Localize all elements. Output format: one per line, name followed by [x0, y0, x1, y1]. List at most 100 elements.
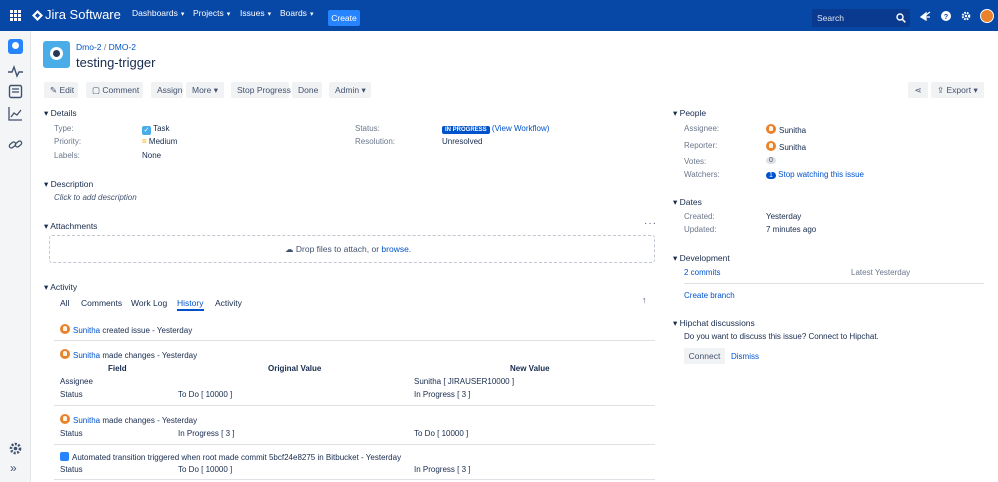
tab-work-log[interactable]: Work Log [131, 298, 167, 308]
reporter-value[interactable]: Sunitha [766, 141, 806, 152]
table-cell: To Do [ 10000 ] [178, 465, 233, 474]
priority-medium-icon: = [142, 137, 147, 146]
assignee-value[interactable]: Sunitha [766, 124, 806, 135]
details-section-toggle[interactable]: ▾ Details [44, 108, 77, 119]
description-placeholder[interactable]: Click to add description [54, 193, 137, 202]
updated-value: 7 minutes ago [766, 225, 817, 234]
help-icon[interactable]: ? [941, 11, 951, 21]
dismiss-link[interactable]: Dismiss [731, 352, 759, 361]
product-logo-text[interactable]: Jira Software [45, 7, 121, 22]
reports-chart-icon[interactable] [8, 106, 23, 121]
issue-title[interactable]: testing-trigger [76, 55, 155, 70]
tab-history[interactable]: History [177, 298, 203, 308]
description-section-toggle[interactable]: ▾ Description [44, 179, 93, 190]
nav-boards[interactable]: Boards ▾ [280, 8, 313, 18]
create-button[interactable]: Create [328, 10, 360, 26]
dropzone-text: ☁ Drop files to attach, or browse. [285, 244, 411, 255]
task-checkbox-icon: ✓ [142, 126, 151, 135]
browse-link[interactable]: browse. [381, 244, 411, 254]
history-entry: Sunitha made changes - Yesterday [60, 349, 197, 360]
latest-commit-date: Latest Yesterday [851, 268, 911, 277]
more-label: More [192, 85, 212, 95]
admin-button[interactable]: Admin ▾ [329, 82, 371, 98]
votes-count[interactable]: 0 [766, 157, 776, 164]
history-user-link[interactable]: Sunitha [73, 326, 100, 335]
updated-label: Updated: [684, 225, 717, 234]
comment-button[interactable]: ▢ Comment [86, 82, 143, 98]
dates-section-toggle[interactable]: ▾ Dates [673, 197, 702, 208]
breadcrumb-issue-key[interactable]: DMO-2 [109, 42, 136, 52]
edit-button[interactable]: ✎ Edit [44, 82, 78, 98]
table-cell: Assignee [60, 377, 93, 386]
project-avatar-icon[interactable] [8, 39, 23, 54]
type-value[interactable]: ✓ Task [142, 124, 170, 135]
stop-watching-link[interactable]: Stop watching this issue [778, 170, 864, 179]
nav-dashboards[interactable]: Dashboards ▾ [132, 8, 184, 18]
development-section-toggle[interactable]: ▾ Development [673, 253, 730, 264]
watchers-count[interactable]: 1 [766, 172, 776, 179]
history-user-link[interactable]: Sunitha [73, 416, 100, 425]
more-button[interactable]: More ▾ [186, 82, 224, 98]
status-badge[interactable]: IN PROGRESS [442, 126, 490, 134]
activity-pulse-icon[interactable] [8, 64, 23, 79]
tab-activity[interactable]: Activity [215, 298, 242, 308]
user-avatar-icon [766, 141, 776, 151]
history-entry-text: created issue - Yesterday [102, 326, 193, 335]
expand-sidebar-icon[interactable]: » [10, 461, 17, 475]
attachments-section-toggle[interactable]: ▾ Attachments [44, 221, 97, 232]
export-button[interactable]: ⇪ Export ▾ [931, 82, 984, 98]
nav-projects[interactable]: Projects ▾ [193, 8, 230, 18]
connect-button[interactable]: Connect [684, 348, 725, 364]
priority-value[interactable]: = Medium [142, 137, 177, 146]
search-input[interactable] [817, 12, 895, 24]
watchers-value: 1 Stop watching this issue [766, 170, 864, 179]
settings-icon[interactable] [8, 441, 23, 456]
status-value: IN PROGRESS (View Workflow) [442, 124, 549, 134]
share-button[interactable]: ⋖ [908, 82, 928, 98]
project-avatar[interactable] [43, 41, 70, 68]
history-entry: Sunitha made changes - Yesterday [60, 414, 197, 425]
settings-gear-icon[interactable] [961, 11, 971, 21]
table-cell: Status [60, 390, 83, 399]
jira-logo-icon[interactable] [32, 10, 43, 21]
nav-issues[interactable]: Issues ▾ [240, 8, 271, 18]
chevron-down-icon: ▾ [44, 179, 49, 189]
hipchat-section-toggle[interactable]: ▾ Hipchat discussions [673, 318, 755, 329]
development-heading: Development [679, 253, 730, 263]
search-box[interactable] [812, 9, 910, 27]
activity-section-toggle[interactable]: ▾ Activity [44, 282, 77, 293]
tab-comments[interactable]: Comments [81, 298, 122, 308]
nav-issues-label: Issues [240, 8, 265, 18]
user-avatar[interactable] [980, 9, 994, 23]
history-entry: Sunitha created issue - Yesterday [60, 324, 192, 335]
labels-value[interactable]: None [142, 151, 161, 160]
history-entry-text: made changes - Yesterday [102, 416, 198, 425]
commits-link[interactable]: 2 commits [684, 268, 720, 277]
history-user-link[interactable]: Sunitha [73, 351, 100, 360]
link-icon[interactable] [8, 137, 23, 152]
sort-order-icon[interactable]: ↑ [642, 295, 647, 305]
create-branch-link[interactable]: Create branch [684, 291, 735, 300]
priority-value-text: Medium [148, 137, 178, 146]
breadcrumb-project[interactable]: Dmo-2 [76, 42, 102, 52]
cloud-upload-icon: ☁ [285, 244, 294, 254]
chevron-down-icon: ▾ [673, 318, 678, 328]
app-switcher-icon[interactable] [10, 10, 21, 21]
attachment-dropzone[interactable]: ☁ Drop files to attach, or browse. [49, 235, 655, 263]
board-icon[interactable] [8, 84, 23, 99]
activity-heading: Activity [50, 282, 78, 292]
chevron-down-icon: ▾ [44, 221, 49, 231]
done-button[interactable]: Done [292, 82, 322, 98]
people-section-toggle[interactable]: ▾ People [673, 108, 706, 119]
description-heading: Description [50, 179, 94, 189]
search-icon[interactable] [896, 13, 906, 23]
assign-button[interactable]: Assign [151, 82, 183, 98]
dropzone-label: Drop files to attach, or [295, 244, 380, 254]
notifications-icon[interactable] [920, 11, 931, 21]
view-workflow-link[interactable]: (View Workflow) [492, 124, 550, 133]
labels-label: Labels: [54, 151, 80, 160]
chevron-down-icon: ▾ [673, 108, 678, 118]
tab-all[interactable]: All [60, 298, 69, 308]
more-options-icon[interactable]: ··· [644, 218, 657, 229]
stop-progress-button[interactable]: Stop Progress [231, 82, 291, 98]
